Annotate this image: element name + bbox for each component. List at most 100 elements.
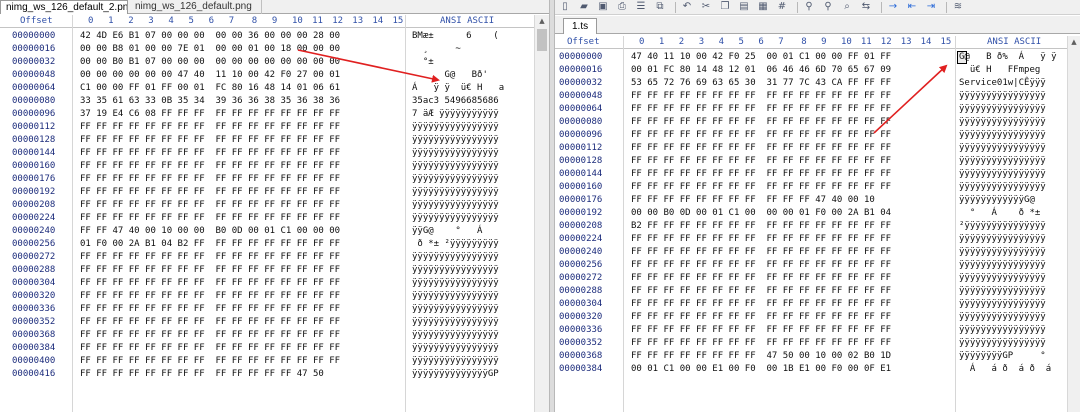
hex-row[interactable]: 00000336 FF FF FF FF FF FF FF FF FF FF FF… xyxy=(555,324,1067,337)
row-hex-bytes[interactable]: FF FF FF FF FF FF FF FF FF FF FF FF FF F… xyxy=(80,147,340,160)
find-next-icon[interactable]: ⚲ xyxy=(822,1,834,13)
row-hex-bytes[interactable]: 33 35 61 63 33 0B 35 34 39 36 36 38 35 3… xyxy=(80,95,340,108)
row-ascii[interactable]: ÿÿÿÿÿÿÿÿÿÿÿÿÿÿÿÿ xyxy=(959,233,1046,246)
row-ascii[interactable]: ÿÿÿÿÿÿÿÿÿÿÿÿÿÿÿÿ xyxy=(412,160,499,173)
hex-row[interactable]: 00000320 FF FF FF FF FF FF FF FF FF FF FF… xyxy=(555,311,1067,324)
row-ascii[interactable]: Á ÿ ÿ ü€ H a xyxy=(412,82,504,95)
row-hex-bytes[interactable]: FF FF FF FF FF FF FF FF FF FF FF FF FF F… xyxy=(631,311,891,324)
row-hex-bytes[interactable]: 00 00 B8 01 00 00 7E 01 00 00 01 00 18 0… xyxy=(80,43,340,56)
row-ascii[interactable]: 7 äÆ ÿÿÿÿÿÿÿÿÿÿÿ xyxy=(412,108,499,121)
row-ascii[interactable]: Á á ð á ð á xyxy=(959,363,1051,376)
row-hex-bytes[interactable]: FF FF FF FF FF FF FF FF FF FF FF FF FF F… xyxy=(631,142,891,155)
row-ascii[interactable]: ¸ ~ xyxy=(412,43,504,56)
row-ascii[interactable]: Service01w|CÊÿÿÿ xyxy=(959,77,1046,90)
row-ascii[interactable]: ÿÿÿÿÿÿÿÿÿÿÿÿÿÿÿÿ xyxy=(412,121,499,134)
row-hex-bytes[interactable]: FF FF FF FF FF FF FF FF FF FF FF FF FF F… xyxy=(80,355,340,368)
hex-row[interactable]: 00000240 FF FF FF FF FF FF FF FF FF FF FF… xyxy=(555,246,1067,259)
row-hex-bytes[interactable]: C1 00 00 FF 01 FF 00 01 FC 80 16 48 14 0… xyxy=(80,82,340,95)
row-hex-bytes[interactable]: 00 01 FC 80 14 48 12 01 06 46 46 6D 70 6… xyxy=(631,64,891,77)
hex-row[interactable]: 00000016 00 00 B8 01 00 00 7E 01 00 00 01… xyxy=(0,43,534,56)
hex-row[interactable]: 00000096 FF FF FF FF FF FF FF FF FF FF FF… xyxy=(555,129,1067,142)
hex-row[interactable]: 00000192 FF FF FF FF FF FF FF FF FF FF FF… xyxy=(0,186,534,199)
row-ascii[interactable]: ÿÿÿÿÿÿÿÿÿÿÿÿÿÿÿÿ xyxy=(959,142,1046,155)
row-ascii[interactable]: ÿÿÿÿÿÿÿÿÿÿÿÿÿÿÿÿ xyxy=(959,129,1046,142)
row-hex-bytes[interactable]: 37 19 E4 C6 08 FF FF FF FF FF FF FF FF F… xyxy=(80,108,340,121)
row-hex-bytes[interactable]: FF FF FF FF FF FF FF FF FF FF FF FF FF F… xyxy=(80,160,340,173)
go-forward-icon[interactable]: ⇥ xyxy=(925,1,937,13)
hex-row[interactable]: 00000320 FF FF FF FF FF FF FF FF FF FF FF… xyxy=(0,290,534,303)
row-ascii[interactable]: 35ac3 5496685686 xyxy=(412,95,499,108)
hex-row[interactable]: 00000352 FF FF FF FF FF FF FF FF FF FF FF… xyxy=(555,337,1067,350)
row-ascii[interactable]: ÿÿÿÿÿÿÿÿÿÿÿÿÿÿÿÿ xyxy=(412,290,499,303)
row-ascii[interactable]: ÿÿÿÿÿÿÿÿÿÿÿÿÿÿÿÿ xyxy=(412,251,499,264)
tab-nimg-ws-126-default-2[interactable]: nimg_ws_126_default_2.pn... xyxy=(0,0,128,14)
row-hex-bytes[interactable]: FF FF FF FF FF FF FF FF FF FF FF FF FF F… xyxy=(80,264,340,277)
hex-row[interactable]: 00000112 FF FF FF FF FF FF FF FF FF FF FF… xyxy=(555,142,1067,155)
row-hex-bytes[interactable]: FF FF FF FF FF FF FF FF FF FF FF FF FF F… xyxy=(80,186,340,199)
row-ascii[interactable]: ÿÿÿÿÿÿÿÿÿÿÿÿÿÿÿÿ xyxy=(959,324,1046,337)
row-ascii[interactable]: ÿÿÿÿÿÿÿÿÿÿÿÿÿÿÿÿ xyxy=(412,277,499,290)
row-hex-bytes[interactable]: FF FF FF FF FF FF FF FF FF FF FF FF FF F… xyxy=(631,233,891,246)
row-ascii[interactable]: ÿÿÿÿÿÿÿÿÿÿÿÿÿÿÿÿ xyxy=(412,173,499,186)
copy-icon[interactable]: ❐ xyxy=(719,1,731,13)
row-ascii[interactable]: ÿÿÿÿÿÿÿÿÿÿÿÿÿÿÿÿ xyxy=(959,285,1046,298)
row-ascii[interactable]: ÿÿÿÿÿÿÿÿÿÿÿÿÿÿÿÿ xyxy=(959,298,1046,311)
row-hex-bytes[interactable]: FF FF FF FF FF FF FF FF FF FF FF FF FF F… xyxy=(631,259,891,272)
paste-special-icon[interactable]: ▦ xyxy=(757,1,769,13)
go-back-icon[interactable]: ⇤ xyxy=(906,1,918,13)
row-hex-bytes[interactable]: FF FF FF FF FF FF FF FF FF FF FF FF FF F… xyxy=(80,329,340,342)
row-hex-bytes[interactable]: FF FF 47 40 00 10 00 00 B0 0D 00 01 C1 0… xyxy=(80,225,340,238)
hex-find-icon[interactable]: ⌕ xyxy=(841,1,853,13)
hex-row[interactable]: 00000240 FF FF 47 40 00 10 00 00 B0 0D 00… xyxy=(0,225,534,238)
hex-row[interactable]: 00000128 FF FF FF FF FF FF FF FF FF FF FF… xyxy=(0,134,534,147)
new-file-icon[interactable]: ▯ xyxy=(559,1,571,13)
left-hex-rows[interactable]: 00000000 42 4D E6 B1 07 00 00 00 00 00 36… xyxy=(0,30,534,381)
hex-row[interactable]: 00000032 00 00 B0 B1 07 00 00 00 00 00 00… xyxy=(0,56,534,69)
undo-icon[interactable]: ↶ xyxy=(681,1,693,13)
hex-row[interactable]: 00000048 00 00 00 00 00 00 47 40 11 10 00… xyxy=(0,69,534,82)
hex-row[interactable]: 00000336 FF FF FF FF FF FF FF FF FF FF FF… xyxy=(0,303,534,316)
row-ascii[interactable]: ü€ H FFmpeg xyxy=(959,64,1046,77)
hex-row[interactable]: 00000272 FF FF FF FF FF FF FF FF FF FF FF… xyxy=(555,272,1067,285)
row-ascii[interactable]: ÿÿÿÿÿÿÿÿÿÿÿÿÿÿÿÿ xyxy=(959,168,1046,181)
row-ascii[interactable]: ÿÿÿÿÿÿÿÿÿÿÿÿÿÿÿÿ xyxy=(412,303,499,316)
left-scroll-thumb[interactable] xyxy=(537,29,547,51)
row-hex-bytes[interactable]: 00 00 B0 B1 07 00 00 00 00 00 00 00 00 0… xyxy=(80,56,340,69)
row-hex-bytes[interactable]: 42 4D E6 B1 07 00 00 00 00 00 36 00 00 0… xyxy=(80,30,340,43)
row-hex-bytes[interactable]: 00 01 C1 00 00 E1 00 F0 00 1B E1 00 F0 0… xyxy=(631,363,891,376)
hex-row[interactable]: 00000192 00 00 B0 0D 00 01 C1 00 00 00 01… xyxy=(555,207,1067,220)
hex-row[interactable]: 00000080 FF FF FF FF FF FF FF FF FF FF FF… xyxy=(555,116,1067,129)
row-hex-bytes[interactable]: FF FF FF FF FF FF FF FF FF FF FF FF FF F… xyxy=(80,303,340,316)
save-icon[interactable]: ▣ xyxy=(597,1,609,13)
hex-row[interactable]: 00000064 FF FF FF FF FF FF FF FF FF FF FF… xyxy=(555,103,1067,116)
scroll-up-icon[interactable]: ▲ xyxy=(535,15,549,27)
left-vertical-scrollbar[interactable]: ▲ xyxy=(534,15,549,412)
row-ascii[interactable]: ÿÿÿÿÿÿÿÿÿÿÿÿÿÿÿÿ xyxy=(959,337,1046,350)
row-hex-bytes[interactable]: FF FF FF FF FF FF FF FF FF FF FF FF FF F… xyxy=(80,277,340,290)
row-hex-bytes[interactable]: FF FF FF FF FF FF FF FF FF FF FF FF FF F… xyxy=(631,246,891,259)
tab-nimg-ws-126-default[interactable]: nimg_ws_126_default.png xyxy=(130,0,262,14)
hex-row[interactable]: 00000368 FF FF FF FF FF FF FF FF FF FF FF… xyxy=(0,329,534,342)
row-ascii[interactable]: G@ B ð% Á ÿ ÿ xyxy=(959,51,1057,64)
hex-row[interactable]: 00000256 FF FF FF FF FF FF FF FF FF FF FF… xyxy=(555,259,1067,272)
row-hex-bytes[interactable]: FF FF FF FF FF FF FF FF FF FF FF FF FF F… xyxy=(80,316,340,329)
row-ascii[interactable]: ÿÿÿÿÿÿÿÿÿÿÿÿÿÿGP xyxy=(412,368,499,381)
right-vertical-scrollbar[interactable]: ▲ xyxy=(1067,36,1080,412)
row-ascii[interactable]: ÿÿÿÿÿÿÿÿÿÿÿÿÿÿÿÿ xyxy=(412,342,499,355)
row-hex-bytes[interactable]: FF FF FF FF FF FF FF FF FF FF FF FF FF F… xyxy=(631,129,891,142)
counter-icon[interactable]: # xyxy=(776,1,788,13)
hex-row[interactable]: 00000160 FF FF FF FF FF FF FF FF FF FF FF… xyxy=(0,160,534,173)
row-ascii[interactable]: ÿÿÿÿÿÿÿÿÿÿÿÿÿÿÿÿ xyxy=(412,212,499,225)
hex-row[interactable]: 00000400 FF FF FF FF FF FF FF FF FF FF FF… xyxy=(0,355,534,368)
new-window-icon[interactable]: ⧉ xyxy=(654,1,666,13)
row-ascii[interactable]: ÿÿÿÿÿÿÿÿÿÿÿÿÿÿÿÿ xyxy=(412,147,499,160)
row-ascii[interactable]: ÿÿÿÿÿÿÿÿÿÿÿÿÿÿÿÿ xyxy=(412,329,499,342)
row-ascii[interactable]: ÿÿÿÿÿÿÿÿÿÿÿÿÿÿÿÿ xyxy=(412,316,499,329)
row-hex-bytes[interactable]: FF FF FF FF FF FF FF FF FF FF FF FF FF F… xyxy=(80,199,340,212)
row-hex-bytes[interactable]: FF FF FF FF FF FF FF FF FF FF FF FF FF F… xyxy=(631,285,891,298)
row-hex-bytes[interactable]: FF FF FF FF FF FF FF FF FF FF FF FF FF F… xyxy=(80,251,340,264)
hex-row[interactable]: 00000016 00 01 FC 80 14 48 12 01 06 46 46… xyxy=(555,64,1067,77)
open-folder-icon[interactable]: ▰ xyxy=(578,1,590,13)
row-hex-bytes[interactable]: FF FF FF FF FF FF FF FF FF FF FF FF FF 4… xyxy=(80,368,324,381)
row-ascii[interactable]: ÿÿÿÿÿÿÿÿGP ° xyxy=(959,350,1046,363)
